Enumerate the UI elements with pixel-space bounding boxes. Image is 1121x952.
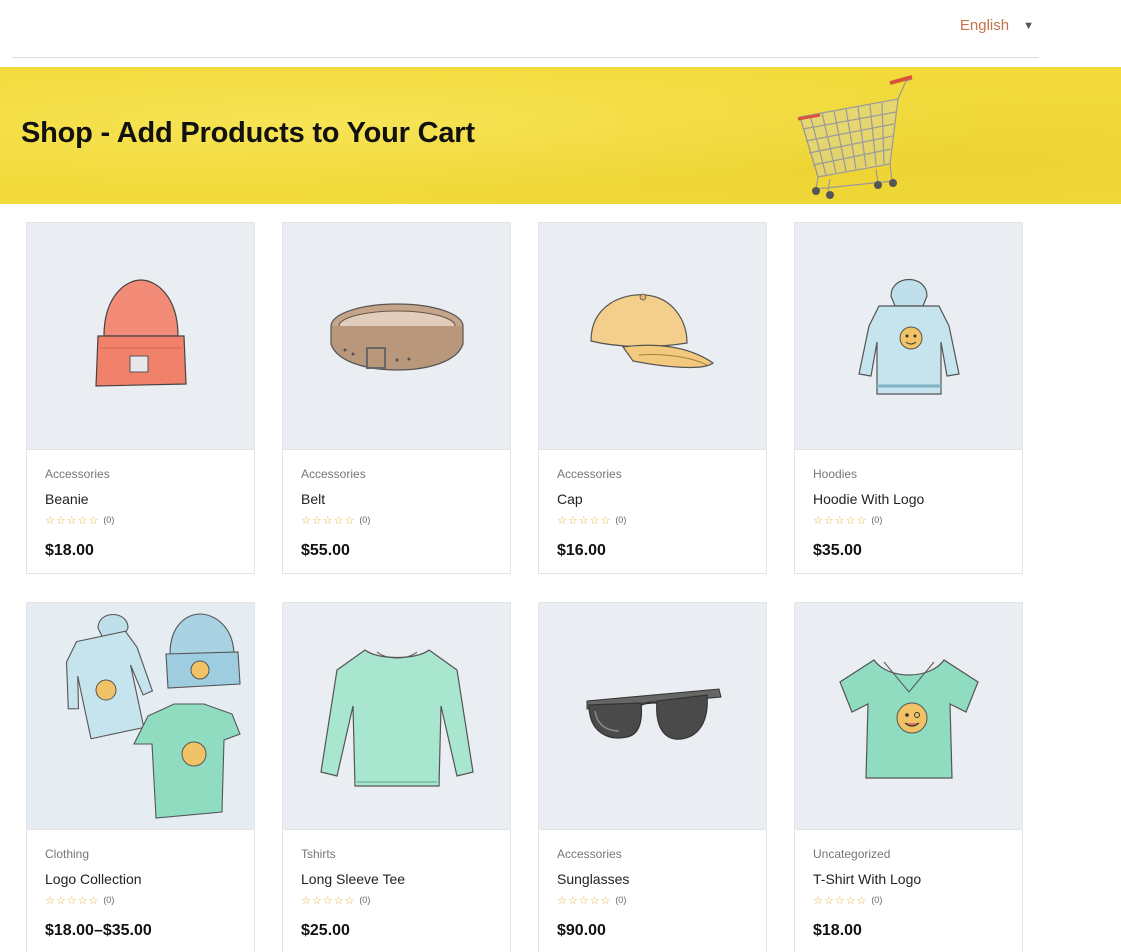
product-name[interactable]: Cap — [557, 491, 748, 509]
product-category[interactable]: Hoodies — [813, 467, 1004, 483]
product-category[interactable]: Clothing — [45, 847, 236, 863]
product-name[interactable]: Long Sleeve Tee — [301, 871, 492, 889]
rating-stars-icon: ☆☆☆☆☆ — [557, 514, 612, 527]
product-image[interactable] — [795, 223, 1022, 450]
rating-stars-icon: ☆☆☆☆☆ — [557, 894, 612, 907]
product-price: $18.00–$35.00 — [45, 922, 152, 939]
product-image[interactable] — [283, 223, 510, 450]
product-category[interactable]: Accessories — [45, 467, 236, 483]
page-banner: Shop - Add Products to Your Cart — [0, 67, 1121, 204]
product-image[interactable] — [27, 603, 254, 830]
product-name[interactable]: Beanie — [45, 491, 236, 509]
rating-count: (0) — [871, 515, 883, 525]
rating-stars-icon: ☆☆☆☆☆ — [813, 514, 868, 527]
product-card[interactable]: Accessories Belt ☆☆☆☆☆ (0) $55.00 — [282, 222, 511, 574]
product-price: $55.00 — [301, 542, 350, 559]
caret-down-icon[interactable]: ▼ — [1023, 20, 1034, 32]
product-category[interactable]: Uncategorized — [813, 847, 1004, 863]
language-selector[interactable]: English ▼ — [960, 17, 1034, 34]
product-price: $35.00 — [813, 542, 862, 559]
product-price: $16.00 — [557, 542, 606, 559]
cap-icon — [589, 293, 714, 369]
rating-count: (0) — [871, 895, 883, 905]
product-rating: ☆☆☆☆☆ (0) — [301, 513, 492, 527]
product-category[interactable]: Accessories — [301, 467, 492, 483]
product-name[interactable]: T-Shirt With Logo — [813, 871, 1004, 889]
product-image[interactable] — [539, 223, 766, 450]
rating-count: (0) — [359, 895, 371, 905]
rating-count: (0) — [615, 515, 627, 525]
product-category[interactable]: Accessories — [557, 467, 748, 483]
product-price: $18.00 — [45, 542, 94, 559]
belt-icon — [329, 303, 464, 371]
hoodie-icon — [857, 279, 960, 395]
top-bar: English ▼ — [12, 0, 1039, 58]
product-image[interactable] — [27, 223, 254, 450]
product-category[interactable]: Tshirts — [301, 847, 492, 863]
rating-count: (0) — [615, 895, 627, 905]
product-name[interactable]: Belt — [301, 491, 492, 509]
rating-stars-icon: ☆☆☆☆☆ — [45, 514, 100, 527]
beanie-icon — [94, 279, 187, 387]
product-grid: Accessories Beanie ☆☆☆☆☆ (0) $18.00 Acce… — [26, 222, 1023, 952]
product-rating: ☆☆☆☆☆ (0) — [557, 893, 748, 907]
product-category[interactable]: Accessories — [557, 847, 748, 863]
product-card[interactable]: Hoodies Hoodie With Logo ☆☆☆☆☆ (0) $35.0… — [794, 222, 1023, 574]
product-rating: ☆☆☆☆☆ (0) — [813, 513, 1004, 527]
product-price: $90.00 — [557, 922, 606, 939]
product-rating: ☆☆☆☆☆ (0) — [45, 893, 236, 907]
product-card[interactable]: Tshirts Long Sleeve Tee ☆☆☆☆☆ (0) $25.00 — [282, 602, 511, 952]
rating-count: (0) — [359, 515, 371, 525]
product-rating: ☆☆☆☆☆ (0) — [557, 513, 748, 527]
product-name[interactable]: Hoodie With Logo — [813, 491, 1004, 509]
product-card[interactable]: Accessories Sunglasses ☆☆☆☆☆ (0) $90.00 — [538, 602, 767, 952]
shopping-cart-icon — [797, 75, 913, 199]
product-rating: ☆☆☆☆☆ (0) — [45, 513, 236, 527]
product-card[interactable]: Clothing Logo Collection ☆☆☆☆☆ (0) $18.0… — [26, 602, 255, 952]
product-rating: ☆☆☆☆☆ (0) — [301, 893, 492, 907]
page-title: Shop - Add Products to Your Cart — [21, 117, 475, 149]
rating-stars-icon: ☆☆☆☆☆ — [813, 894, 868, 907]
sunglasses-icon — [586, 688, 722, 740]
rating-count: (0) — [103, 515, 115, 525]
rating-stars-icon: ☆☆☆☆☆ — [301, 894, 356, 907]
rating-stars-icon: ☆☆☆☆☆ — [45, 894, 100, 907]
t-shirt-icon — [838, 659, 979, 779]
product-image[interactable] — [795, 603, 1022, 830]
rating-count: (0) — [103, 895, 115, 905]
logo-collection-icon — [65, 612, 241, 819]
product-card[interactable]: Accessories Beanie ☆☆☆☆☆ (0) $18.00 — [26, 222, 255, 574]
product-image[interactable] — [539, 603, 766, 830]
product-card[interactable]: Accessories Cap ☆☆☆☆☆ (0) $16.00 — [538, 222, 767, 574]
language-label[interactable]: English — [960, 17, 1009, 34]
product-card[interactable]: Uncategorized T-Shirt With Logo ☆☆☆☆☆ (0… — [794, 602, 1023, 952]
product-name[interactable]: Logo Collection — [45, 871, 236, 889]
product-image[interactable] — [283, 603, 510, 830]
rating-stars-icon: ☆☆☆☆☆ — [301, 514, 356, 527]
product-price: $25.00 — [301, 922, 350, 939]
product-rating: ☆☆☆☆☆ (0) — [813, 893, 1004, 907]
product-name[interactable]: Sunglasses — [557, 871, 748, 889]
long-sleeve-tee-icon — [319, 649, 474, 787]
product-price: $18.00 — [813, 922, 862, 939]
